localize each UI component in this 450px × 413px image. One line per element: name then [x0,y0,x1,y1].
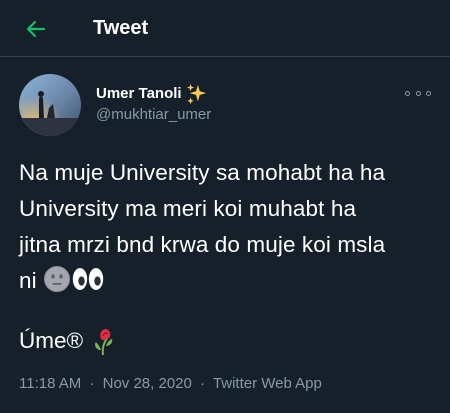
wilted-rose-icon [95,329,113,356]
more-options-button[interactable] [405,86,431,100]
neutral-face-icon [44,266,71,292]
signature: Úme® [19,326,117,356]
tweet-text-line: University ma meri koi muhabt ha [19,196,357,221]
meta-separator: · [89,375,95,392]
more-dots-icon [405,90,410,96]
tweet-text-line: Na muje University sa mohabt ha ha [19,160,386,185]
tweet-text-line: ni [19,268,37,293]
display-name-row: Umer Tanoli [96,83,211,105]
avatar-image [19,74,81,136]
signature-text: Úme® [19,328,84,353]
tweet-meta: 11:18 AM · Nov 28, 2020 · Twitter Web Ap… [19,374,322,394]
display-name[interactable]: Umer Tanoli [96,84,182,104]
tweet-author[interactable]: Umer Tanoli @mukhtiar_umer [96,83,211,125]
eyes-icon [72,268,104,290]
tweet-text-line: jitna mrzi bnd krwa do muje koi msla [19,232,386,257]
tweet-source[interactable]: Twitter Web App [213,375,322,392]
more-dots-icon [426,90,431,96]
back-button[interactable] [20,14,52,44]
tweet-text: Na muje University sa mohabt ha ha Unive… [19,155,439,299]
more-dots-icon [415,90,421,96]
tweet-date[interactable]: Nov 28, 2020 [103,375,192,392]
page-title: Tweet [93,17,149,39]
top-bar: Tweet [0,0,450,57]
meta-separator: · [200,375,206,392]
tweet-time[interactable]: 11:18 AM [19,375,81,392]
tweet-text-last-line: ni [19,263,439,299]
user-handle[interactable]: @mukhtiar_umer [96,105,211,125]
avatar[interactable] [19,74,81,136]
sparkles-icon [186,83,206,105]
arrow-left-icon [26,20,46,38]
